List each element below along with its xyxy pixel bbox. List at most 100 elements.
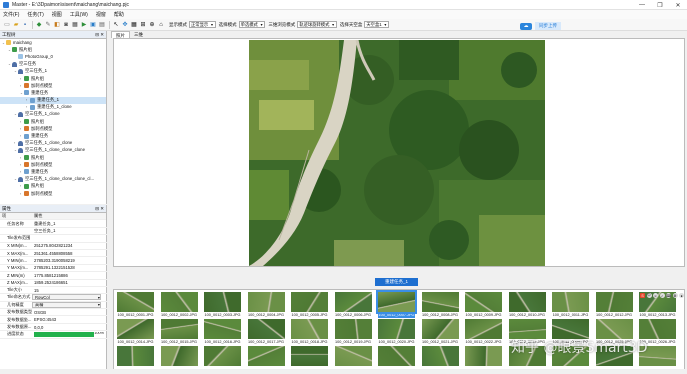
tree-item[interactable]: ⌄ 重建任务 — [0, 89, 106, 96]
photo-thumbnail[interactable]: 100_0012_0020.JPG — [378, 319, 415, 345]
photo-thumbnail[interactable]: 100_0012_0005.JPG — [291, 292, 328, 318]
import-icon[interactable]: ◆ — [35, 21, 43, 29]
image-icon[interactable]: ▣ — [89, 21, 97, 29]
photo-thumbnail[interactable]: 100_0012_0008.JPG — [421, 292, 459, 318]
photo-thumbnail[interactable] — [204, 346, 241, 370]
model-icon[interactable]: ▤ — [98, 21, 106, 29]
edit-icon[interactable]: ✎ — [44, 21, 52, 29]
photo-thumbnail[interactable]: 100_0012_0001.JPG — [117, 292, 154, 318]
menu-file[interactable]: 文件(F) — [3, 11, 19, 18]
photo-thumbnail[interactable]: 100_0012_0022.JPG — [465, 319, 502, 345]
photo-thumbnail[interactable] — [421, 346, 459, 370]
new-file-icon[interactable]: ▭ — [3, 21, 11, 29]
photo-thumbnail[interactable] — [117, 346, 154, 370]
photo-thumbnail[interactable]: 100_0012_0016.JPG — [204, 319, 241, 345]
keyboard-icon[interactable]: ⌨ — [666, 293, 671, 298]
photo-thumbnail[interactable] — [160, 346, 198, 370]
tree-item[interactable]: › 重建任务 — [0, 132, 106, 139]
tree-item[interactable]: › 照片组 — [0, 118, 106, 125]
tree-item[interactable]: ⌄ 空三任务_1 — [0, 68, 106, 75]
nav-mode-select[interactable]: 轨迹球旋转模式 ▼ — [297, 21, 337, 28]
tree-item[interactable]: ⌄ 空三任务_1_clone_clone_clone_cl... — [0, 176, 106, 183]
photo-thumbnail[interactable]: 100_0012_0014.JPG — [117, 319, 154, 345]
tree-item[interactable]: › 照片组 — [0, 183, 106, 190]
grid-icon[interactable]: ▦ — [71, 21, 79, 29]
photo-thumbnail[interactable]: 100_0012_0002.JPG — [160, 292, 198, 318]
tree-item[interactable]: › 照片组 — [0, 154, 106, 161]
settings-icon[interactable]: ⚙ — [672, 293, 678, 298]
tree-item[interactable]: › 重建任务_1 — [0, 96, 106, 104]
input-method-icon[interactable]: 中 — [646, 293, 652, 298]
grid-view-icon[interactable]: ▦ — [130, 21, 138, 29]
photo-thumbnail[interactable] — [465, 346, 502, 370]
photo-thumbnail[interactable]: 100_0012_0019.JPG — [334, 319, 372, 345]
maximize-button[interactable]: ❐ — [651, 0, 669, 10]
menu-task[interactable]: 任务(T) — [27, 11, 43, 18]
photo-thumbnail[interactable] — [247, 346, 285, 370]
photo-thumbnail[interactable]: 100_0012_0007.JPG — [376, 290, 417, 318]
photo-thumbnail[interactable] — [378, 346, 415, 370]
minimize-button[interactable]: — — [633, 0, 651, 10]
photo-thumbnail[interactable]: 100_0012_0006.JPG — [334, 292, 372, 318]
sync-upload-button[interactable]: ☁ 同步上传 — [520, 22, 561, 30]
photo-thumbnail[interactable]: 100_0012_0009.JPG — [465, 292, 502, 318]
move-icon[interactable]: ✥ — [121, 21, 129, 29]
user-icon[interactable]: ● — [679, 293, 684, 298]
menu-help[interactable]: 帮助 — [114, 11, 124, 18]
display-mode-select[interactable]: 正常显示 ▼ — [189, 21, 216, 28]
tab-photo[interactable]: 照片 — [111, 31, 130, 38]
home-view-icon[interactable]: ⌂ — [157, 21, 165, 29]
tree-item[interactable]: › 加刺点模型 — [0, 125, 106, 132]
select-mode-select[interactable]: 单选模式 ▼ — [238, 21, 266, 28]
tree-item[interactable]: › 重建任务_1_clone — [0, 104, 106, 111]
tree-item[interactable]: ⌄ 空三任务_1_clone — [0, 111, 106, 118]
property-select[interactable]: RowCol ▾ — [32, 294, 101, 301]
tree-item[interactable]: › 重建任务 — [0, 168, 106, 175]
photo-thumbnail[interactable] — [334, 346, 372, 370]
tree-item[interactable]: ⌄ 空三任务_1_clone_clone_clone — [0, 147, 106, 154]
photo-thumbnail[interactable]: 100_0012_0017.JPG — [247, 319, 285, 345]
ruler-icon[interactable]: ⊞ — [139, 21, 147, 29]
tree-item[interactable]: ⌄ maichang — [0, 39, 106, 46]
tree-item[interactable]: › 加刺点模型 — [0, 82, 106, 89]
open-folder-icon[interactable]: ▰ — [12, 21, 20, 29]
run-icon[interactable]: ▶ — [80, 21, 88, 29]
aerial-photo[interactable] — [249, 40, 545, 266]
tree-item[interactable]: ⌄ 空三任务 — [0, 61, 106, 68]
tree-item[interactable]: › 空三任务_1_clone_clone — [0, 140, 106, 147]
tree-item[interactable]: › 照片组 — [0, 75, 106, 82]
panel-pin-icon[interactable]: ⊟ ✕ — [95, 32, 104, 38]
tree-item[interactable]: PhotoGroup_0 — [0, 53, 106, 60]
tree-item[interactable]: › 加刺点模型 — [0, 161, 106, 168]
photo-thumbnail[interactable]: 100_0012_0012.JPG — [595, 292, 633, 318]
close-button[interactable]: ✕ — [669, 0, 687, 10]
tree-item-label: 照片组 — [31, 118, 44, 124]
menu-view[interactable]: 视图 — [52, 11, 62, 18]
photo-thumbnail[interactable]: 100_0012_0003.JPG — [204, 292, 241, 318]
tree-item[interactable]: › 加刺点模型 — [0, 190, 106, 197]
photo-thumbnail[interactable] — [291, 346, 328, 370]
photo-thumbnail[interactable]: 100_0012_0015.JPG — [160, 319, 198, 345]
emoji-icon[interactable]: ☺ — [653, 293, 658, 298]
menu-window[interactable]: 视窗 — [96, 11, 106, 18]
mic-icon[interactable]: ♪ — [659, 293, 665, 298]
zoom-icon[interactable]: ⊕ — [148, 21, 156, 29]
tree-item[interactable]: ⌄ 照片组 — [0, 46, 106, 53]
camera-icon[interactable]: ◙ — [62, 21, 70, 29]
menu-tools[interactable]: 工具(W) — [70, 11, 88, 18]
skybox-select[interactable]: 天空盒1 ▼ — [364, 21, 390, 28]
tab-3d[interactable]: 三维 — [130, 31, 147, 38]
select-arrow-icon[interactable]: ↖ — [112, 21, 120, 29]
sogou-icon[interactable]: S — [640, 293, 645, 298]
property-value: 2785203.3190058219 — [32, 258, 107, 263]
photo-thumbnail[interactable]: 100_0012_0011.JPG — [552, 292, 589, 318]
property-select[interactable]: 高精 ▾ — [32, 301, 101, 308]
property-value-text: 重建任务_1 — [34, 220, 56, 226]
panel-pin-icon[interactable]: ⊟ ✕ — [95, 206, 104, 212]
save-icon[interactable]: ▪ — [21, 21, 29, 29]
photo-thumbnail[interactable]: 100_0012_0018.JPG — [291, 319, 328, 345]
layers-icon[interactable]: ◧ — [53, 21, 61, 29]
photo-thumbnail[interactable]: 100_0012_0021.JPG — [421, 319, 459, 345]
photo-thumbnail[interactable]: 100_0012_0010.JPG — [508, 292, 546, 318]
photo-thumbnail[interactable]: 100_0012_0004.JPG — [247, 292, 285, 318]
